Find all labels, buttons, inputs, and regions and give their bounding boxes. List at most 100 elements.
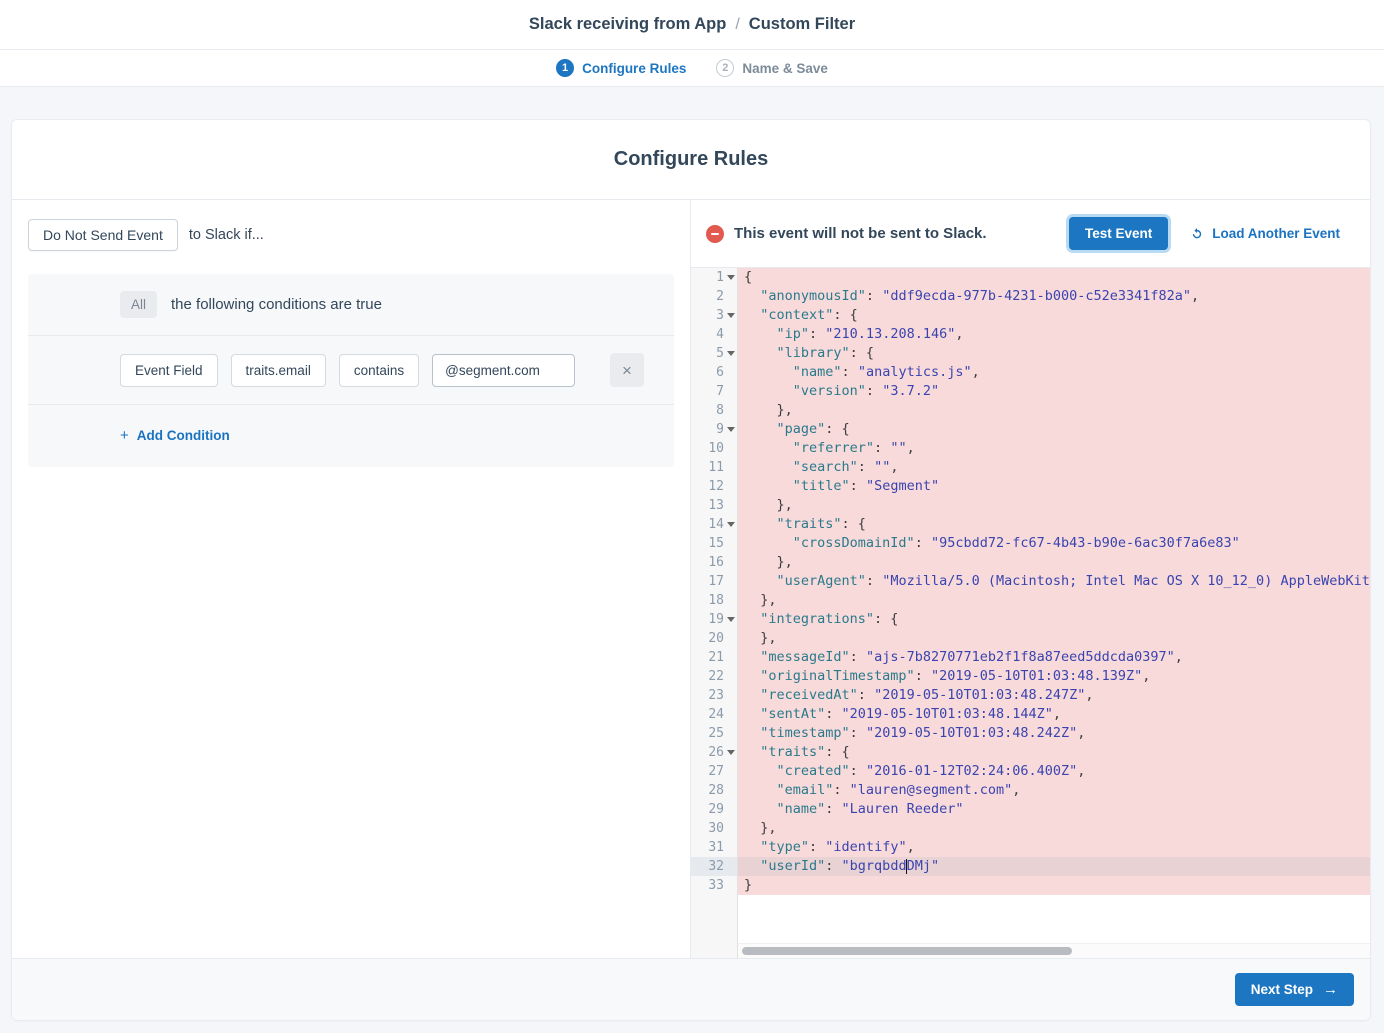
editor-line[interactable]: "title": "Segment": [738, 477, 1370, 496]
editor-line[interactable]: "page": {: [738, 420, 1370, 439]
fold-arrow-icon[interactable]: [727, 427, 735, 432]
editor-line-number: 18: [691, 591, 737, 610]
editor-line-number: 22: [691, 667, 737, 686]
editor-line-number: 12: [691, 477, 737, 496]
editor-line[interactable]: },: [738, 496, 1370, 515]
group-operator-badge[interactable]: All: [120, 291, 157, 318]
horizontal-scrollbar-thumb[interactable]: [742, 947, 1072, 955]
editor-line[interactable]: "version": "3.7.2": [738, 382, 1370, 401]
editor-line[interactable]: },: [738, 629, 1370, 648]
page-title: Configure Rules: [614, 148, 768, 171]
editor-line-number: 17: [691, 572, 737, 591]
step-number-badge: 2: [716, 59, 734, 77]
editor-line[interactable]: "messageId": "ajs-7b8270771eb2f1f8a87eed…: [738, 648, 1370, 667]
editor-line[interactable]: },: [738, 819, 1370, 838]
editor-line[interactable]: "library": {: [738, 344, 1370, 363]
rule-builder-panel: Do Not Send Event to Slack if... All the…: [12, 200, 691, 958]
editor-line[interactable]: "integrations": {: [738, 610, 1370, 629]
editor-line-number: 4: [691, 325, 737, 344]
step-label: Name & Save: [742, 61, 828, 76]
editor-line[interactable]: "userId": "bgrqbddDMj": [738, 857, 1370, 876]
step-number-badge: 1: [556, 59, 574, 77]
editor-line[interactable]: }: [738, 876, 1370, 895]
editor-line[interactable]: "ip": "210.13.208.146",: [738, 325, 1370, 344]
editor-line-number: 29: [691, 800, 737, 819]
add-condition-button[interactable]: + Add Condition: [120, 427, 230, 444]
editor-line[interactable]: "timestamp": "2019-05-10T01:03:48.242Z",: [738, 724, 1370, 743]
editor-line-number: 31: [691, 838, 737, 857]
editor-line[interactable]: "userAgent": "Mozilla/5.0 (Macintosh; In…: [738, 572, 1370, 591]
editor-line-number: 5: [691, 344, 737, 363]
condition-operator-button[interactable]: contains: [339, 354, 419, 387]
editor-line-number: 16: [691, 553, 737, 572]
editor-line-number: 26: [691, 743, 737, 762]
editor-line-number: 20: [691, 629, 737, 648]
editor-line[interactable]: "search": "",: [738, 458, 1370, 477]
add-condition-label: Add Condition: [137, 428, 230, 443]
editor-line[interactable]: "anonymousId": "ddf9ecda-977b-4231-b000-…: [738, 287, 1370, 306]
editor-line-number: 23: [691, 686, 737, 705]
editor-line-number: 14: [691, 515, 737, 534]
editor-line[interactable]: "created": "2016-01-12T02:24:06.400Z",: [738, 762, 1370, 781]
fold-arrow-icon[interactable]: [727, 313, 735, 318]
editor-line-number: 1: [691, 268, 737, 287]
load-another-event-button[interactable]: Load Another Event: [1190, 226, 1340, 241]
condition-value-input[interactable]: [432, 354, 575, 387]
fold-arrow-icon[interactable]: [727, 617, 735, 622]
editor-line-number: 2: [691, 287, 737, 306]
editor-line-number: 3: [691, 306, 737, 325]
editor-line[interactable]: },: [738, 553, 1370, 572]
preview-status-text: This event will not be sent to Slack.: [734, 225, 987, 242]
editor-line[interactable]: "name": "analytics.js",: [738, 363, 1370, 382]
editor-line[interactable]: "receivedAt": "2019-05-10T01:03:48.247Z"…: [738, 686, 1370, 705]
condition-field-type-button[interactable]: Event Field: [120, 354, 218, 387]
event-preview-panel: This event will not be sent to Slack. Te…: [691, 200, 1370, 958]
breadcrumb-current: Custom Filter: [749, 15, 855, 34]
fold-arrow-icon[interactable]: [727, 522, 735, 527]
breadcrumb-source[interactable]: Slack receiving from App: [529, 15, 726, 34]
test-event-button[interactable]: Test Event: [1069, 217, 1168, 250]
editor-line[interactable]: "sentAt": "2019-05-10T01:03:48.144Z",: [738, 705, 1370, 724]
group-description: the following conditions are true: [171, 296, 382, 313]
step-name-and-save[interactable]: 2 Name & Save: [716, 59, 828, 77]
filter-suffix-text: to Slack if...: [189, 227, 264, 243]
editor-line-number: 11: [691, 458, 737, 477]
remove-condition-button[interactable]: ×: [610, 353, 644, 387]
editor-line-number: 30: [691, 819, 737, 838]
editor-line[interactable]: "originalTimestamp": "2019-05-10T01:03:4…: [738, 667, 1370, 686]
breadcrumb-separator: /: [735, 16, 739, 34]
step-label: Configure Rules: [582, 61, 686, 76]
editor-line-number: 15: [691, 534, 737, 553]
editor-line-number: 8: [691, 401, 737, 420]
step-configure-rules[interactable]: 1 Configure Rules: [556, 59, 686, 77]
fold-arrow-icon[interactable]: [727, 351, 735, 356]
editor-line[interactable]: "traits": {: [738, 515, 1370, 534]
editor-line-number: 28: [691, 781, 737, 800]
filter-action-button[interactable]: Do Not Send Event: [28, 219, 178, 251]
editor-line-number: 24: [691, 705, 737, 724]
editor-line-number: 33: [691, 876, 737, 895]
refresh-icon: [1190, 227, 1204, 241]
condition-field-path-button[interactable]: traits.email: [231, 354, 326, 387]
editor-line[interactable]: "type": "identify",: [738, 838, 1370, 857]
editor-line-number: 7: [691, 382, 737, 401]
editor-code: { "anonymousId": "ddf9ecda-977b-4231-b00…: [738, 268, 1370, 958]
json-event-editor: 1234567891011121314151617181920212223242…: [691, 268, 1370, 958]
editor-line[interactable]: "context": {: [738, 306, 1370, 325]
editor-line[interactable]: "referrer": "",: [738, 439, 1370, 458]
horizontal-scrollbar-track: [738, 943, 1370, 958]
next-step-button[interactable]: Next Step →: [1235, 973, 1354, 1006]
editor-line[interactable]: "name": "Lauren Reeder": [738, 800, 1370, 819]
fold-arrow-icon[interactable]: [727, 750, 735, 755]
fold-arrow-icon[interactable]: [727, 275, 735, 280]
next-step-label: Next Step: [1251, 982, 1313, 997]
editor-line-number: 32: [691, 857, 737, 876]
top-header: Slack receiving from App / Custom Filter: [0, 0, 1384, 50]
editor-line[interactable]: "traits": {: [738, 743, 1370, 762]
editor-line[interactable]: },: [738, 401, 1370, 420]
minus-circle-icon: [706, 225, 724, 243]
editor-line[interactable]: {: [738, 268, 1370, 287]
editor-line[interactable]: },: [738, 591, 1370, 610]
editor-line[interactable]: "crossDomainId": "95cbdd72-fc67-4b43-b90…: [738, 534, 1370, 553]
editor-line[interactable]: "email": "lauren@segment.com",: [738, 781, 1370, 800]
